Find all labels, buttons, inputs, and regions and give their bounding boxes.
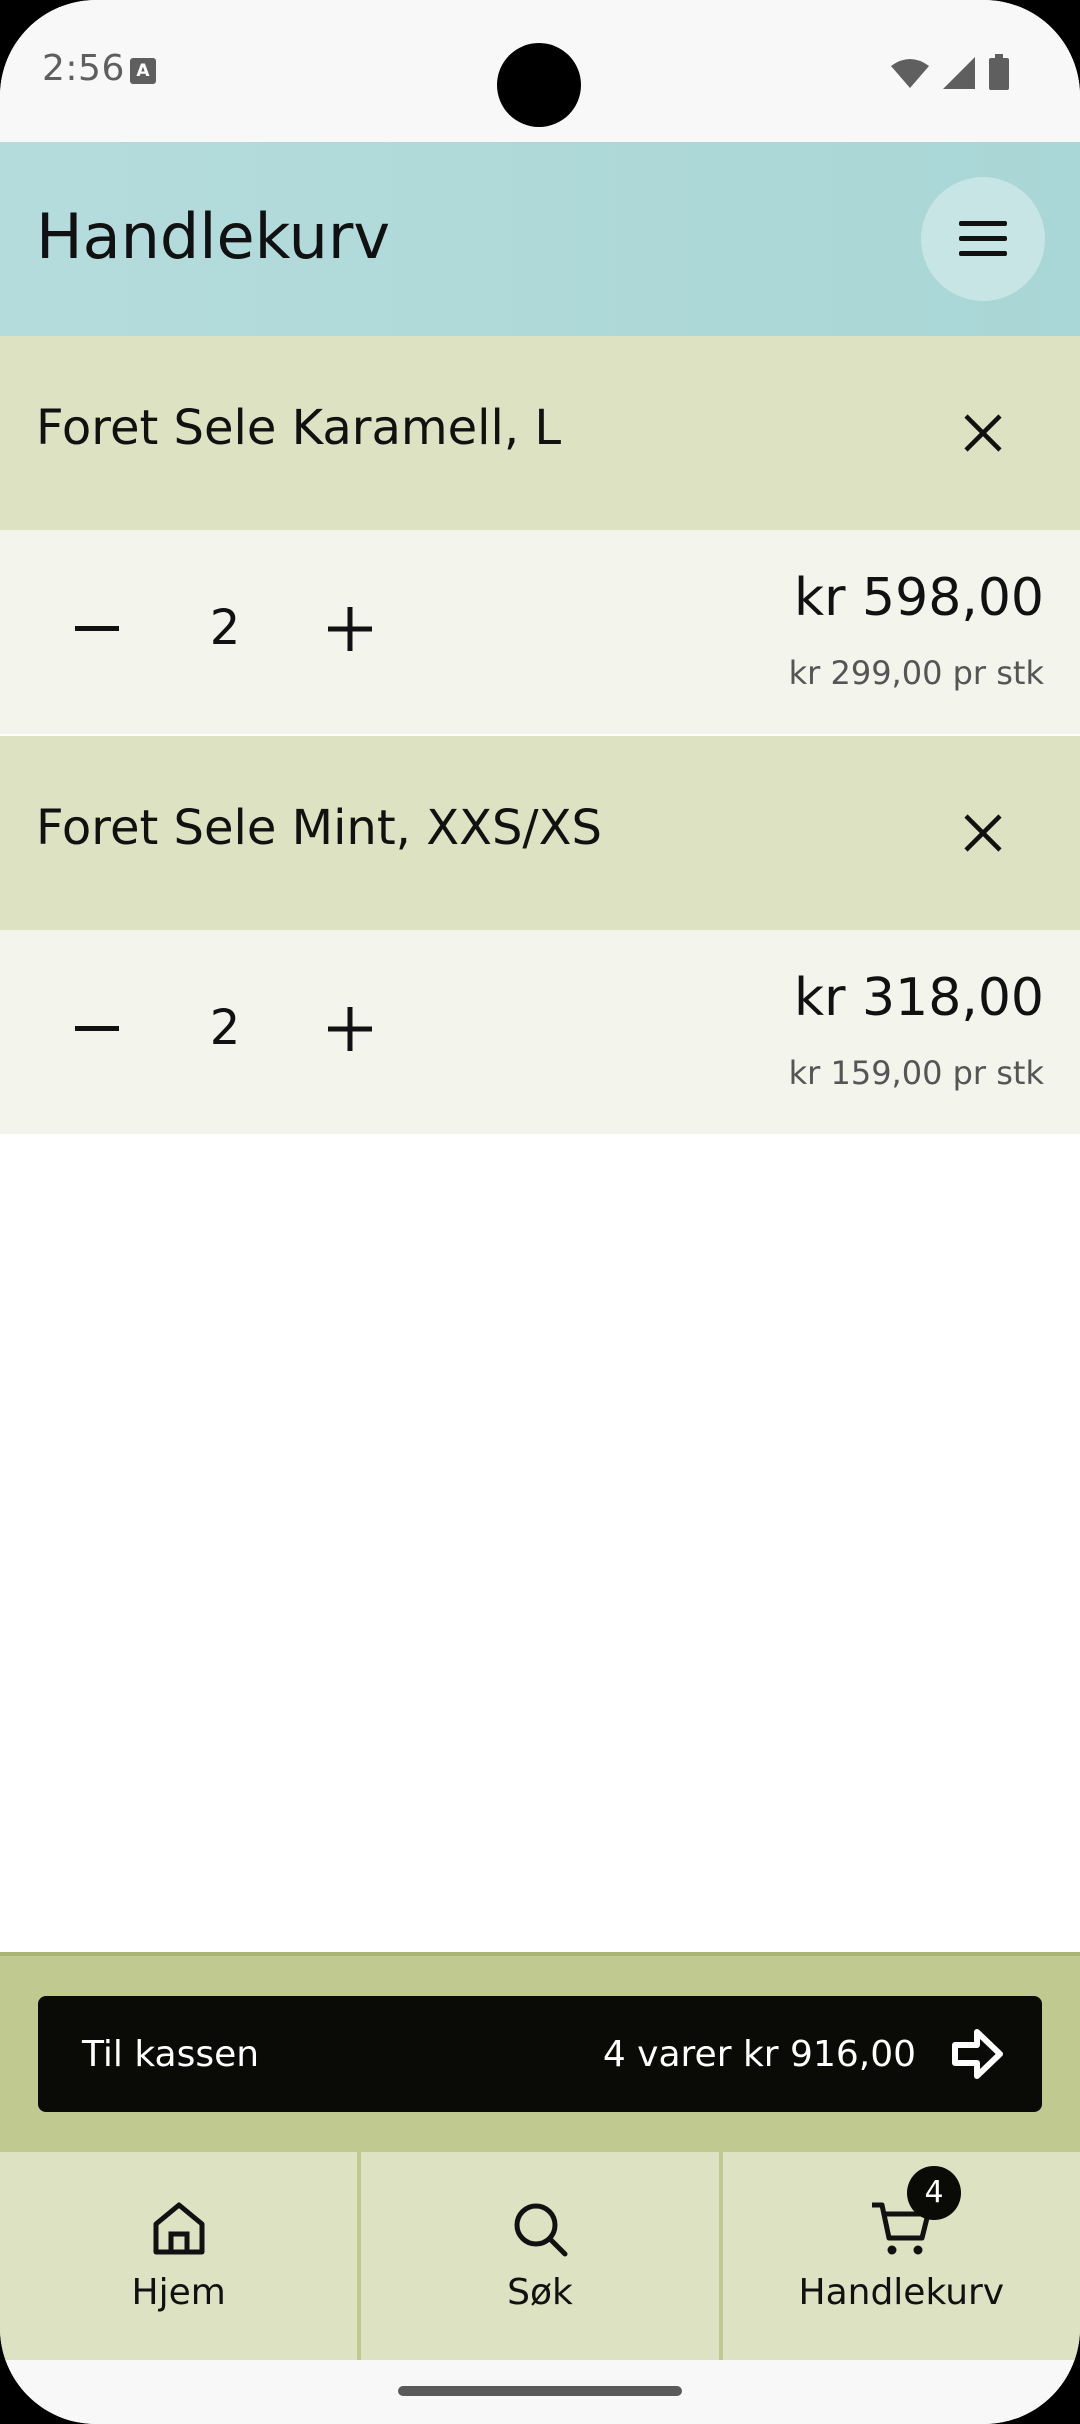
remove-item-button[interactable] <box>946 796 1020 870</box>
menu-button[interactable] <box>921 177 1045 301</box>
unit-price: kr 299,00 pr stk <box>788 654 1044 692</box>
remove-item-button[interactable] <box>946 396 1020 470</box>
unit-price: kr 159,00 pr stk <box>788 1054 1044 1092</box>
plus-icon <box>328 1007 372 1051</box>
quantity-value: 2 <box>209 1000 241 1056</box>
app-bar: Handlekurv <box>0 142 1080 336</box>
quantity-value: 2 <box>209 600 241 656</box>
nav-label: Hjem <box>131 2271 226 2313</box>
page-title: Handlekurv <box>36 200 391 273</box>
home-icon <box>153 2202 205 2254</box>
increase-quantity-button[interactable] <box>313 592 387 666</box>
cart-count-badge: 4 <box>907 2166 961 2220</box>
gesture-area <box>0 2360 1080 2424</box>
minus-icon <box>75 1026 119 1031</box>
cart-screen: 2:56 A Handlekurv Foret Sele Karamell, L <box>0 0 1080 2424</box>
nav-label: Søk <box>507 2271 573 2313</box>
nav-item-search[interactable]: Søk <box>361 2152 719 2360</box>
line-total: kr 598,00 <box>794 568 1044 628</box>
decrease-quantity-button[interactable] <box>60 992 134 1066</box>
checkout-label: Til kassen <box>82 2034 260 2075</box>
checkout-summary: 4 varer kr 916,00 <box>602 2034 916 2075</box>
close-icon <box>964 414 1002 452</box>
signal-icon <box>943 57 975 89</box>
cart-item-row: 2 kr 598,00 kr 299,00 pr stk <box>0 530 1080 734</box>
plus-icon <box>328 607 372 651</box>
nav-label: Handlekurv <box>798 2271 1005 2313</box>
wifi-icon <box>891 59 929 88</box>
checkout-button[interactable]: Til kassen 4 varer kr 916,00 <box>38 1996 1042 2112</box>
status-icons <box>890 54 1010 90</box>
cart-item-row: 2 kr 318,00 kr 159,00 pr stk <box>0 930 1080 1134</box>
checkout-bar: Til kassen 4 varer kr 916,00 <box>0 1952 1080 2152</box>
nav-item-home[interactable]: Hjem <box>0 2152 358 2360</box>
menu-icon <box>959 221 1007 256</box>
battery-icon <box>989 54 1009 90</box>
search-icon <box>514 2203 568 2256</box>
cart-item-header: Foret Sele Mint, XXS/XS <box>0 736 1080 930</box>
a-icon: A <box>130 58 156 84</box>
camera-cutout <box>497 43 581 127</box>
decrease-quantity-button[interactable] <box>60 592 134 666</box>
close-icon <box>964 814 1002 852</box>
status-time: 2:56 <box>42 48 125 89</box>
minus-icon <box>75 626 119 631</box>
line-total: kr 318,00 <box>794 968 1044 1028</box>
cart-item-header: Foret Sele Karamell, L <box>0 336 1080 530</box>
status-bar: 2:56 A <box>0 0 1080 142</box>
item-name: Foret Sele Karamell, L <box>36 400 562 456</box>
item-name: Foret Sele Mint, XXS/XS <box>36 800 602 856</box>
increase-quantity-button[interactable] <box>313 992 387 1066</box>
arrow-right-icon <box>952 2029 1003 2079</box>
nav-item-cart[interactable]: Handlekurv <box>722 2152 1080 2360</box>
home-gesture-bar[interactable] <box>398 2386 682 2396</box>
